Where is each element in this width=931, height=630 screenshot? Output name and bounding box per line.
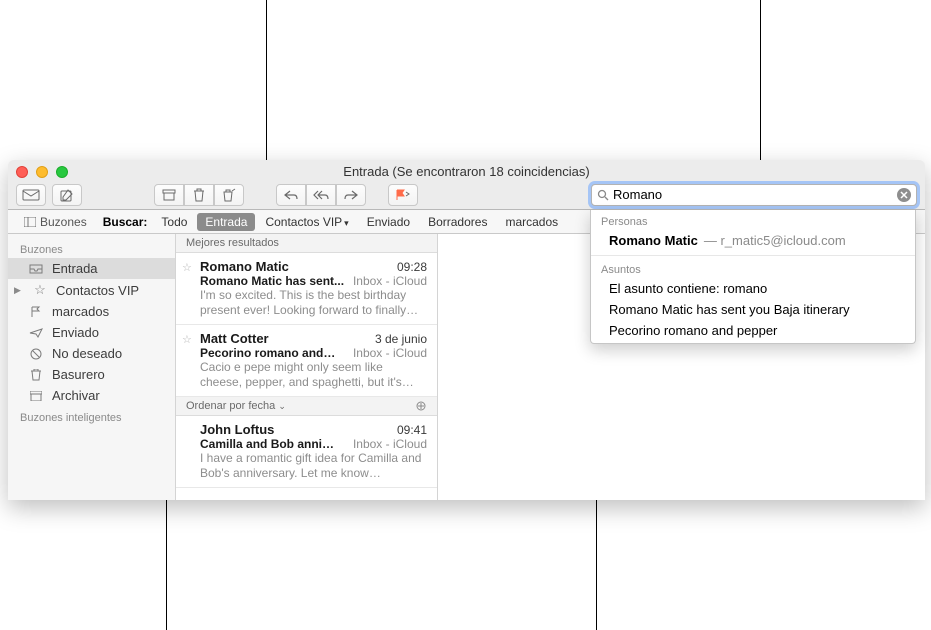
- disclosure-triangle-icon[interactable]: ▶: [14, 285, 24, 296]
- star-icon: ☆: [182, 333, 192, 346]
- get-mail-button[interactable]: [16, 184, 46, 206]
- archive-icon: [162, 189, 176, 201]
- forward-button[interactable]: [336, 184, 366, 206]
- message-item[interactable]: ☆ Romano Matic 09:28 Romano Matic has sen…: [176, 253, 437, 325]
- message-item[interactable]: ☆ Matt Cotter 3 de junio Pecorino romano …: [176, 325, 437, 397]
- flag-icon: [395, 189, 411, 201]
- window-title: Entrada (Se encontraron 18 coincidencias…: [8, 164, 925, 179]
- divider: [591, 255, 915, 256]
- message-list: Mejores resultados ☆ Romano Matic 09:28 R…: [176, 234, 438, 500]
- search-field[interactable]: [591, 184, 917, 206]
- toolbar: [8, 180, 925, 210]
- close-icon: [900, 191, 908, 199]
- trash-icon: [193, 188, 205, 202]
- envelope-icon: [22, 189, 40, 201]
- suggestion-subject[interactable]: Romano Matic has sent you Baja itinerary: [591, 299, 915, 320]
- sidebar-item-trash[interactable]: Basurero: [8, 364, 175, 385]
- scope-flagged[interactable]: marcados: [497, 213, 566, 231]
- sidebar-item-vip[interactable]: ▶ ☆ Contactos VIP: [8, 279, 175, 301]
- suggestion-email: — r_matic5@icloud.com: [704, 233, 846, 248]
- message-mailbox: Inbox - iCloud: [353, 346, 427, 360]
- flag-button[interactable]: [388, 184, 418, 206]
- sidebar-item-label: Contactos VIP: [56, 283, 139, 298]
- sidebar-item-label: Basurero: [52, 367, 105, 382]
- mailboxes-toggle[interactable]: Buzones: [18, 214, 93, 230]
- message-preview: Cacio e pepe might only seem like cheese…: [200, 360, 427, 390]
- star-icon: ☆: [182, 261, 192, 274]
- reply-all-button[interactable]: [306, 184, 336, 206]
- junk-icon: [28, 348, 44, 360]
- sidebar-section-smart: Buzones inteligentes: [8, 406, 175, 426]
- archive-icon: [28, 391, 44, 401]
- sidebar-item-label: marcados: [52, 304, 109, 319]
- trash-icon: [28, 369, 44, 381]
- message-list-header: Mejores resultados: [176, 234, 437, 253]
- forward-icon: [344, 190, 358, 200]
- search-icon: [597, 189, 609, 201]
- sort-header[interactable]: Ordenar por fecha ⌄: [176, 397, 437, 416]
- message-mailbox: Inbox - iCloud: [353, 437, 427, 451]
- message-subject: Romano Matic has sent...: [200, 274, 344, 288]
- sidebar-section-mailboxes: Buzones: [8, 238, 175, 258]
- delete-button[interactable]: [184, 184, 214, 206]
- sidebar-item-archive[interactable]: Archivar: [8, 385, 175, 406]
- sidebar-item-label: No deseado: [52, 346, 122, 361]
- junk-icon: [222, 188, 236, 202]
- suggestion-person[interactable]: Romano Matic — r_matic5@icloud.com: [591, 230, 915, 251]
- reply-icon: [284, 190, 298, 200]
- sidebar-item-inbox[interactable]: Entrada: [8, 258, 175, 279]
- message-preview: I have a romantic gift idea for Camilla …: [200, 451, 427, 481]
- message-time: 09:41: [397, 423, 427, 437]
- sidebar-item-junk[interactable]: No deseado: [8, 343, 175, 364]
- chevron-down-icon: ⌄: [278, 401, 286, 411]
- suggestion-subject[interactable]: Pecorino romano and pepper: [591, 320, 915, 341]
- sidebar-item-label: Entrada: [52, 261, 98, 276]
- sent-icon: [28, 328, 44, 338]
- compose-icon: [60, 188, 74, 202]
- message-subject: Pecorino romano and…: [200, 346, 335, 360]
- message-sender: Matt Cotter: [200, 331, 269, 346]
- chevron-down-icon: ▾: [344, 218, 349, 228]
- sidebar-icon: [24, 217, 36, 227]
- archive-button[interactable]: [154, 184, 184, 206]
- suggestion-subject[interactable]: El asunto contiene: romano: [591, 278, 915, 299]
- reply-all-icon: [313, 190, 329, 200]
- sidebar-item-sent[interactable]: Enviado: [8, 322, 175, 343]
- scope-inbox[interactable]: Entrada: [197, 213, 255, 231]
- scope-all[interactable]: Todo: [153, 213, 195, 231]
- inbox-icon: [28, 264, 44, 274]
- junk-button[interactable]: [214, 184, 244, 206]
- message-time: 09:28: [397, 260, 427, 274]
- scope-sent[interactable]: Enviado: [359, 213, 418, 231]
- scope-drafts[interactable]: Borradores: [420, 213, 495, 231]
- suggestions-subjects-header: Asuntos: [591, 262, 915, 278]
- sidebar-item-label: Enviado: [52, 325, 99, 340]
- suggestion-name: Romano Matic: [609, 233, 698, 248]
- star-icon: ☆: [32, 282, 48, 298]
- message-sender: Romano Matic: [200, 259, 289, 274]
- message-sender: John Loftus: [200, 422, 274, 437]
- suggestions-people-header: Personas: [591, 214, 915, 230]
- search-input[interactable]: [609, 187, 897, 202]
- mailboxes-label: Buzones: [40, 215, 87, 229]
- sidebar-item-label: Archivar: [52, 388, 100, 403]
- scope-vip[interactable]: Contactos VIP▾: [257, 213, 356, 231]
- message-time: 3 de junio: [375, 332, 427, 346]
- message-preview: I'm so excited. This is the best birthda…: [200, 288, 427, 318]
- sidebar-item-flagged[interactable]: marcados: [8, 301, 175, 322]
- search-scope-label: Buscar:: [103, 215, 148, 229]
- message-item[interactable]: John Loftus 09:41 Camilla and Bob anni… In…: [176, 416, 437, 488]
- message-mailbox: Inbox - iCloud: [353, 274, 427, 288]
- flag-icon: [28, 306, 44, 318]
- sidebar: Buzones Entrada ▶ ☆ Contactos VIP marcad…: [8, 234, 176, 500]
- compose-button[interactable]: [52, 184, 82, 206]
- titlebar: Entrada (Se encontraron 18 coincidencias…: [8, 160, 925, 180]
- filter-icon[interactable]: [415, 401, 427, 411]
- search-suggestions-popup: Personas Romano Matic — r_matic5@icloud.…: [590, 210, 916, 344]
- reply-button[interactable]: [276, 184, 306, 206]
- clear-search-button[interactable]: [897, 188, 911, 202]
- message-subject: Camilla and Bob anni…: [200, 437, 334, 451]
- mail-window: Entrada (Se encontraron 18 coincidencias…: [8, 160, 925, 500]
